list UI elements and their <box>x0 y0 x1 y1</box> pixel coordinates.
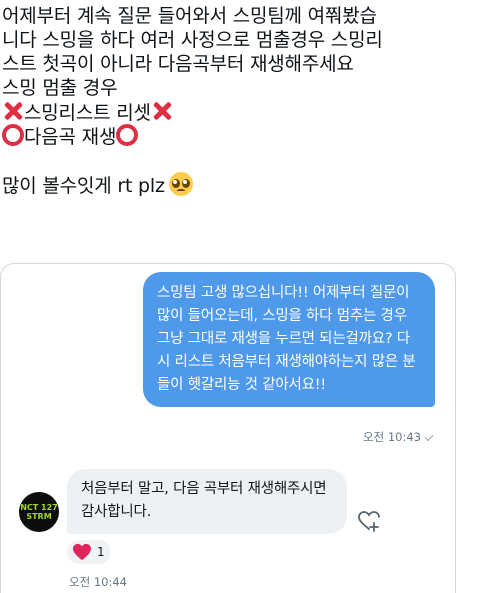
sent-timestamp: 오전 10:43 <box>363 429 434 445</box>
received-timestamp: 오전 10:44 <box>69 575 127 589</box>
tweet-line-next: 다음곡 재생 <box>2 124 478 148</box>
tweet-line: 스밍 멈출 경우 <box>2 77 118 99</box>
reaction-count: 1 <box>97 545 105 559</box>
red-circle-icon <box>116 124 139 146</box>
dm-screenshot: 스밍팀 고생 많으십니다!! 어제부터 질문이 많이 들어오는데, 스밍을 하다… <box>0 263 456 593</box>
tweet-line: 스트 첫곡이 아니라 다음곡부터 재생해주세요 <box>2 53 354 75</box>
reaction-badge[interactable]: 1 <box>67 540 111 564</box>
cross-mark-icon <box>2 100 24 122</box>
tweet-line: 어제부터 계속 질문 들어와서 스밍팀께 여쭤봤습 <box>2 5 377 27</box>
sent-message-bubble[interactable]: 스밍팀 고생 많으십니다!! 어제부터 질문이 많이 들어오는데, 스밍을 하다… <box>143 272 435 407</box>
rt-request-text: 많이 볼수잇게 rt plz <box>2 175 165 197</box>
avatar[interactable]: NCT 127 STRM <box>19 492 59 532</box>
received-message-bubble[interactable]: 처음부터 말고, 다음 곡부터 재생해주시면 감사합니다. <box>67 469 347 534</box>
tweet-line-reset: 스밍리스트 리셋 <box>2 100 478 124</box>
tweet-body: 어제부터 계속 질문 들어와서 스밍팀께 여쭤봤습 니다 스밍을 하다 여러 사… <box>2 4 478 197</box>
sent-check-icon <box>424 431 434 442</box>
tweet-line-rt: 많이 볼수잇게 rt plz <box>2 172 478 197</box>
heart-icon <box>73 543 91 561</box>
pleading-face-icon <box>168 172 193 196</box>
add-reaction-icon[interactable] <box>357 509 381 533</box>
reset-text: 스밍리스트 리셋 <box>24 102 151 124</box>
tweet-line: 니다 스밍을 하다 여러 사정으로 멈출경우 스밍리 <box>2 29 383 51</box>
cross-mark-icon <box>151 100 173 122</box>
red-circle-icon <box>2 124 24 146</box>
next-song-text: 다음곡 재생 <box>24 126 117 148</box>
